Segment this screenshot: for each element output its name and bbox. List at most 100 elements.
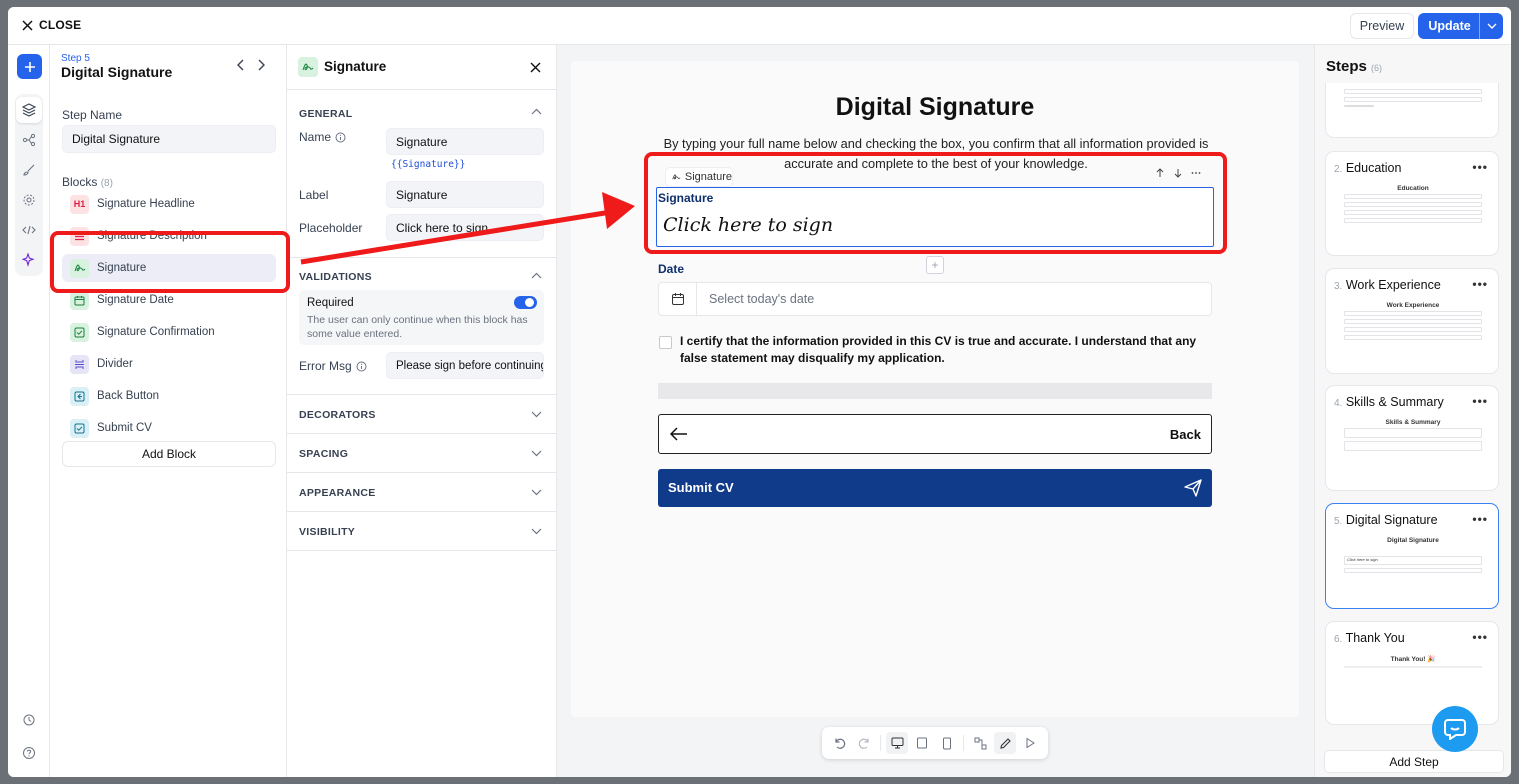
submit-cv-button[interactable]: Submit CV	[658, 469, 1212, 507]
chevron-left-icon[interactable]	[236, 59, 246, 71]
step-thumbnail: Digital Signature Click here to sign	[1344, 537, 1482, 607]
more-icon[interactable]: •••	[1472, 277, 1488, 291]
block-item-signature[interactable]: Signature	[62, 254, 276, 282]
blocks-label: Blocks (8)	[62, 175, 113, 189]
chevron-down-icon[interactable]	[531, 450, 542, 457]
section-divider	[287, 394, 556, 395]
required-toggle[interactable]	[514, 296, 537, 309]
chevron-down-icon[interactable]	[531, 489, 542, 496]
step-card-thank-you[interactable]: 6. Thank You ••• Thank You! 🎉	[1325, 621, 1499, 725]
add-step-button[interactable]: Add Step	[1324, 750, 1504, 773]
editor-window: CLOSE Preview Update Step 5 Digital Sign…	[8, 7, 1511, 777]
step-name-input[interactable]: Digital Signature	[62, 125, 276, 153]
back-icon	[70, 386, 89, 406]
desktop-icon[interactable]	[886, 732, 908, 754]
block-item-divider[interactable]: Divider	[62, 350, 276, 378]
step-thumbnail: Education	[1344, 185, 1482, 255]
block-item-signature-headline[interactable]: H1 Signature Headline	[62, 190, 276, 218]
certify-text: I certify that the information provided …	[680, 334, 1197, 365]
back-label: Back	[1169, 427, 1201, 442]
block-item-signature-date[interactable]: Signature Date	[62, 286, 276, 314]
step-card-title: 3. Work Experience	[1334, 278, 1441, 292]
step-card-partial[interactable]	[1325, 83, 1499, 138]
blocks-title: Blocks	[62, 175, 98, 189]
add-block-button[interactable]: Add Block	[62, 441, 276, 467]
info-icon	[335, 132, 346, 142]
spacing-section-title[interactable]: SPACING	[299, 448, 348, 460]
sparkle-icon[interactable]	[18, 249, 40, 271]
date-input[interactable]: Select today's date	[658, 282, 1212, 316]
help-icon[interactable]	[18, 742, 40, 764]
more-icon[interactable]: •••	[1472, 160, 1488, 174]
gear-icon[interactable]	[18, 189, 40, 211]
name-input[interactable]: Signature	[386, 128, 544, 155]
back-button[interactable]: Back	[658, 414, 1212, 454]
play-icon[interactable]	[1019, 732, 1041, 754]
arrow-down-icon[interactable]	[1173, 168, 1183, 178]
block-label: Divider	[97, 358, 133, 370]
step-card-digital-signature[interactable]: 5. Digital Signature ••• Digital Signatu…	[1325, 503, 1499, 609]
form-description[interactable]: By typing your full name below and check…	[663, 134, 1209, 174]
block-item-signature-description[interactable]: Signature Description	[62, 222, 276, 250]
general-section-title[interactable]: GENERAL	[299, 108, 352, 120]
label-input[interactable]: Signature	[386, 181, 544, 208]
brush-icon[interactable]	[18, 159, 40, 181]
flow-icon[interactable]	[18, 129, 40, 151]
insert-block-button[interactable]: +	[926, 256, 944, 274]
chat-help-button[interactable]	[1432, 706, 1478, 752]
mobile-icon[interactable]	[936, 732, 958, 754]
decorators-section-title[interactable]: DECORATORS	[299, 409, 376, 421]
close-icon[interactable]	[530, 62, 541, 73]
icon-rail	[8, 45, 50, 777]
divider-block[interactable]	[658, 383, 1212, 399]
step-card-skills-summary[interactable]: 4. Skills & Summary ••• Skills & Summary	[1325, 385, 1499, 491]
tablet-icon[interactable]	[911, 732, 933, 754]
block-item-signature-confirmation[interactable]: Signature Confirmation	[62, 318, 276, 346]
thumb-field	[1344, 89, 1482, 94]
chevron-up-icon[interactable]	[531, 272, 542, 279]
layers-icon[interactable]	[18, 99, 40, 121]
close-button[interactable]: CLOSE	[22, 18, 81, 32]
logic-icon[interactable]	[969, 732, 991, 754]
history-icon[interactable]	[18, 709, 40, 731]
block-item-back-button[interactable]: Back Button	[62, 382, 276, 410]
preview-button[interactable]: Preview	[1350, 13, 1414, 39]
steps-panel: Steps (6) 2. Education ••• Education 3. …	[1314, 45, 1511, 777]
section-divider	[287, 433, 556, 434]
canvas-toolbar	[822, 727, 1048, 759]
update-button[interactable]: Update	[1418, 13, 1503, 39]
date-placeholder: Select today's date	[709, 292, 815, 306]
error-label: Error Msg	[299, 359, 352, 373]
certify-checkbox[interactable]	[659, 336, 672, 349]
chevron-down-icon[interactable]	[531, 411, 542, 418]
redo-icon[interactable]	[853, 732, 875, 754]
chevron-right-icon[interactable]	[256, 59, 266, 71]
form-title[interactable]: Digital Signature	[571, 93, 1299, 122]
block-item-submit-cv[interactable]: Submit CV	[62, 414, 276, 442]
error-label-row: Error Msg	[299, 359, 367, 373]
appearance-section-title[interactable]: APPEARANCE	[299, 487, 376, 499]
signature-placeholder[interactable]: Click here to sign	[663, 214, 833, 236]
chevron-up-icon[interactable]	[531, 108, 542, 115]
error-message-input[interactable]: Please sign before continuing	[386, 352, 544, 379]
heading-icon: H1	[70, 194, 89, 214]
step-card-education[interactable]: 2. Education ••• Education	[1325, 151, 1499, 256]
placeholder-input[interactable]: Click here to sign	[386, 214, 544, 241]
more-icon[interactable]: •••	[1472, 630, 1488, 644]
arrow-up-icon[interactable]	[1155, 168, 1165, 178]
undo-icon[interactable]	[828, 732, 850, 754]
code-icon[interactable]	[18, 219, 40, 241]
update-dropdown-toggle[interactable]	[1479, 13, 1503, 39]
chevron-down-icon[interactable]	[531, 528, 542, 535]
validations-section-title[interactable]: VALIDATIONS	[299, 271, 372, 283]
step-card-work-experience[interactable]: 3. Work Experience ••• Work Experience	[1325, 268, 1499, 374]
edit-icon[interactable]	[994, 732, 1016, 754]
more-icon[interactable]: •••	[1472, 394, 1488, 408]
visibility-section-title[interactable]: VISIBILITY	[299, 526, 355, 538]
more-icon[interactable]	[1191, 168, 1201, 178]
block-label: Signature	[97, 262, 147, 274]
more-icon[interactable]: •••	[1472, 512, 1488, 526]
top-bar: CLOSE Preview Update	[8, 7, 1511, 45]
add-button[interactable]	[17, 54, 42, 79]
checkbox-icon	[70, 322, 89, 342]
